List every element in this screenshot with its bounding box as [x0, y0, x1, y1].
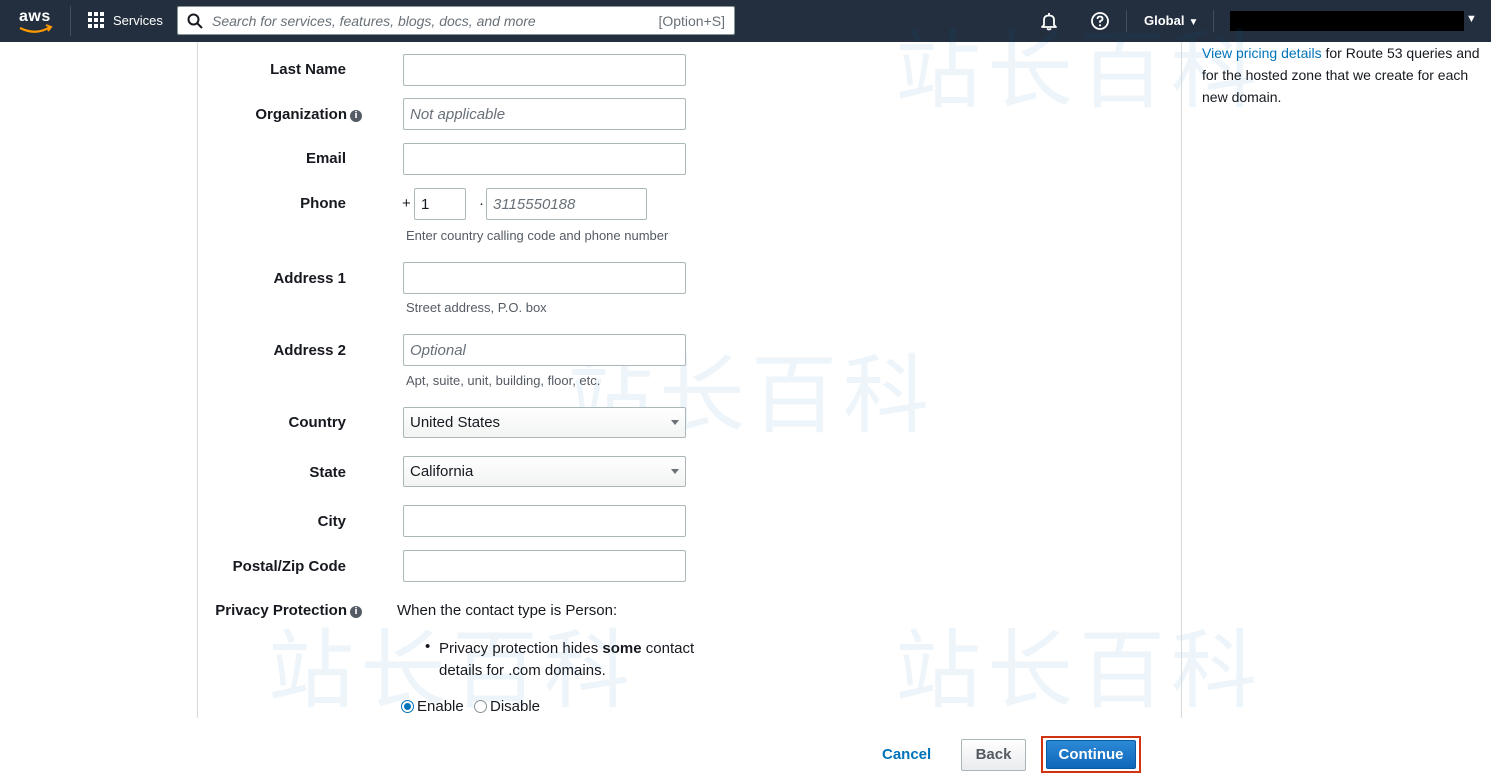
back-button[interactable]: Back: [961, 739, 1026, 771]
country-selected-value: United States: [410, 414, 501, 431]
phone-hint: Enter country calling code and phone num…: [406, 228, 669, 243]
help-panel: View pricing details for Route 53 querie…: [1202, 42, 1482, 108]
postal-code-label: Postal/Zip Code: [232, 558, 346, 575]
content-border-left: [197, 42, 198, 718]
privacy-protection-label-text: Privacy Protection: [215, 602, 347, 619]
watermark: 站长百科: [895, 621, 1263, 721]
cancel-button[interactable]: Cancel: [882, 746, 931, 763]
phone-country-code-input[interactable]: [414, 188, 466, 220]
privacy-bullet-marker: •: [425, 638, 431, 655]
caret-down-icon: ▼: [1188, 17, 1199, 28]
dropdown-arrow-icon: [671, 420, 679, 425]
view-pricing-details-link[interactable]: View pricing details: [1202, 45, 1322, 61]
account-menu-redacted[interactable]: [1230, 11, 1464, 31]
region-label: Global: [1144, 13, 1185, 28]
address2-input[interactable]: [403, 334, 686, 366]
aws-smile-icon: [19, 24, 53, 33]
aws-logo[interactable]: aws: [16, 6, 56, 36]
privacy-enable-label[interactable]: Enable: [417, 698, 464, 715]
phone-plus-sign: +: [402, 195, 411, 212]
region-selector[interactable]: Global ▼: [1144, 13, 1198, 28]
continue-button[interactable]: Continue: [1046, 740, 1136, 769]
email-label: Email: [305, 150, 346, 167]
search-icon: [187, 13, 203, 29]
address1-label: Address 1: [273, 270, 346, 287]
search-shortcut-hint: [Option+S]: [658, 13, 725, 29]
address1-input[interactable]: [403, 262, 686, 294]
country-select[interactable]: United States: [403, 407, 686, 438]
state-label: State: [309, 464, 346, 481]
nav-divider: [1126, 10, 1127, 32]
privacy-bullet-line2: details for .com domains.: [439, 662, 606, 679]
privacy-disable-radio[interactable]: [474, 700, 487, 713]
privacy-bullet-text: Privacy protection hides some contact de…: [439, 638, 694, 682]
privacy-bullet-post: contact: [641, 640, 695, 657]
continue-highlight-box: Continue: [1041, 736, 1141, 773]
privacy-intro-text: When the contact type is Person:: [397, 602, 618, 619]
address1-hint: Street address, P.O. box: [406, 300, 547, 315]
organization-label-text: Organization: [255, 106, 347, 123]
search-input[interactable]: [212, 11, 632, 31]
postal-code-input[interactable]: [403, 550, 686, 582]
organization-label: Organization i: [220, 106, 362, 123]
privacy-disable-label[interactable]: Disable: [490, 698, 540, 715]
phone-separator: ·: [479, 195, 484, 212]
privacy-bullet-pre: Privacy protection hides: [439, 640, 603, 657]
nav-divider: [1213, 10, 1214, 32]
info-icon[interactable]: i: [350, 606, 362, 618]
email-input[interactable]: [403, 143, 686, 175]
privacy-enable-radio[interactable]: [401, 700, 414, 713]
state-select[interactable]: California: [403, 456, 686, 487]
privacy-bullet-bold: some: [602, 640, 642, 657]
organization-input[interactable]: [403, 98, 686, 130]
caret-down-icon[interactable]: ▼: [1466, 13, 1477, 25]
info-icon[interactable]: i: [350, 110, 362, 122]
last-name-input[interactable]: [403, 54, 686, 86]
services-label: Services: [113, 12, 163, 28]
privacy-protection-label: Privacy Protection i: [200, 602, 362, 619]
address2-hint: Apt, suite, unit, building, floor, etc.: [406, 373, 601, 388]
address2-label: Address 2: [273, 342, 346, 359]
nav-divider: [70, 6, 71, 36]
search-box[interactable]: [Option+S]: [177, 6, 735, 35]
last-name-label: Last Name: [270, 61, 346, 78]
content-border-right: [1181, 42, 1182, 718]
state-selected-value: California: [410, 463, 474, 480]
help-icon[interactable]: [1090, 11, 1110, 31]
notifications-bell-icon[interactable]: [1039, 11, 1059, 31]
country-label: Country: [288, 414, 347, 431]
city-input[interactable]: [403, 505, 686, 537]
dropdown-arrow-icon: [671, 469, 679, 474]
services-menu-button[interactable]: Services: [88, 12, 163, 28]
top-navigation-bar: aws Services [Option+S] Global▼ ▼: [0, 0, 1491, 42]
phone-number-input[interactable]: [486, 188, 647, 220]
phone-label: Phone: [300, 195, 346, 212]
services-grid-icon: [88, 12, 104, 28]
city-label: City: [317, 513, 346, 530]
